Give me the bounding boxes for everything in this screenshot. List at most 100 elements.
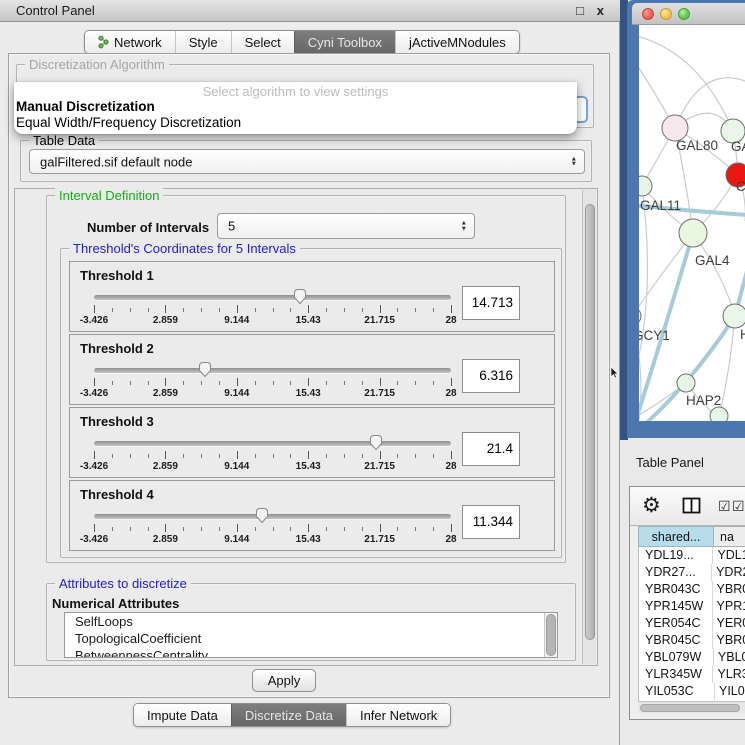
attribute-item[interactable]: BetweennessCentrality bbox=[65, 647, 557, 658]
tick-mark bbox=[397, 308, 398, 312]
threshold-value-field[interactable]: 21.4 bbox=[462, 432, 520, 466]
close-icon[interactable]: x bbox=[597, 3, 604, 18]
tick-label: 2.859 bbox=[153, 534, 178, 545]
cell-shared-name: YBR043C bbox=[639, 581, 713, 598]
checkbox-icon[interactable]: ☑ bbox=[732, 499, 745, 513]
tab-infer-network[interactable]: Infer Network bbox=[346, 704, 450, 726]
tick-mark bbox=[415, 527, 416, 531]
combobox-value: galFiltered.sif default node bbox=[40, 154, 192, 169]
table-row[interactable]: YLR345WYLR3 bbox=[639, 666, 745, 683]
attributes-to-discretize-group: Attributes to discretize Numerical Attri… bbox=[46, 583, 576, 661]
network-window-titlebar bbox=[632, 3, 745, 25]
table-row[interactable]: YBR043CYBR0 bbox=[639, 581, 745, 598]
tick-mark bbox=[308, 305, 309, 313]
tick-mark bbox=[326, 454, 327, 458]
threshold-value-field[interactable]: 6.316 bbox=[462, 359, 520, 393]
attribute-item[interactable]: TopologicalCoefficient bbox=[65, 630, 557, 647]
cell-name: YDR2 bbox=[712, 564, 745, 581]
interval-definition-group: Interval Definition Number of Intervals … bbox=[46, 195, 566, 563]
network-canvas[interactable]: GAL80GACGAL11GAL4GCY1HHAP2 bbox=[639, 25, 745, 421]
slider-thumb[interactable] bbox=[292, 288, 308, 305]
slider-track[interactable] bbox=[94, 441, 451, 446]
scrollbar-thumb[interactable] bbox=[546, 614, 556, 656]
numerical-attributes-list[interactable]: SelfLoopsTopologicalCoefficientBetweenne… bbox=[64, 612, 558, 658]
network-node[interactable] bbox=[639, 307, 641, 325]
thresholds-group: Threshold's Coordinates for 5 Intervals … bbox=[60, 248, 562, 558]
mac-minimize-button[interactable] bbox=[660, 8, 672, 20]
tab-jactivemnodules[interactable]: jActiveMNodules bbox=[395, 31, 519, 53]
table-row[interactable]: YER054CYER0 bbox=[639, 615, 745, 632]
table-row[interactable]: YDR27...YDR2 bbox=[639, 564, 745, 581]
tick-mark bbox=[308, 378, 309, 386]
tab-select[interactable]: Select bbox=[231, 31, 294, 53]
gear-icon[interactable]: ⚙ bbox=[642, 493, 661, 519]
slider-track[interactable] bbox=[94, 368, 451, 373]
scrollbar-thumb[interactable] bbox=[585, 204, 595, 640]
column-header-name[interactable]: na bbox=[714, 526, 745, 547]
tab-style[interactable]: Style bbox=[175, 31, 231, 53]
table-panel-toolbar: ⚙ ☑ ☑ bbox=[630, 487, 745, 526]
float-window-icon[interactable]: □ bbox=[576, 3, 584, 18]
tick-mark bbox=[165, 305, 166, 313]
tick-mark bbox=[380, 378, 381, 386]
tick-mark bbox=[255, 381, 256, 385]
table-row[interactable]: YBR045CYBR0 bbox=[639, 632, 745, 649]
top-tab-bar: Network StyleSelectCyni ToolboxjActiveMNo… bbox=[84, 30, 520, 54]
tick-label: 15.43 bbox=[296, 388, 321, 399]
mac-close-button[interactable] bbox=[642, 8, 654, 20]
cell-name: YBL0 bbox=[714, 649, 745, 666]
number-of-intervals-label: Number of Intervals bbox=[87, 220, 209, 235]
network-node[interactable] bbox=[639, 176, 652, 196]
threshold-value-field[interactable]: 11.344 bbox=[462, 505, 520, 539]
threshold-label: Threshold 2 bbox=[80, 341, 154, 356]
tab-label: Network bbox=[114, 35, 162, 50]
apply-button[interactable]: Apply bbox=[252, 669, 316, 692]
tick-mark bbox=[130, 454, 131, 458]
table-row[interactable]: YBL079WYBL0 bbox=[639, 649, 745, 666]
tick-label: -3.426 bbox=[80, 461, 108, 472]
number-of-intervals-combobox[interactable]: 5 ▲▼ bbox=[217, 213, 475, 239]
tick-mark bbox=[148, 527, 149, 531]
threshold-label: Threshold 3 bbox=[80, 414, 154, 429]
network-node[interactable] bbox=[679, 219, 707, 247]
tick-mark bbox=[273, 381, 274, 385]
threshold-value-field[interactable]: 14.713 bbox=[462, 286, 520, 320]
tab-network[interactable]: Network bbox=[85, 31, 175, 53]
slider-thumb[interactable] bbox=[368, 434, 384, 451]
tab-discretize-data[interactable]: Discretize Data bbox=[231, 704, 346, 726]
dropdown-option-manual-discretization[interactable]: Manual Discretization bbox=[14, 99, 577, 115]
list-scrollbar[interactable] bbox=[544, 613, 557, 657]
tick-mark bbox=[255, 527, 256, 531]
network-node[interactable] bbox=[677, 374, 695, 392]
slider-thumb[interactable] bbox=[254, 507, 270, 524]
column-view-icon[interactable] bbox=[682, 496, 702, 521]
tab-cyni-toolbox[interactable]: Cyni Toolbox bbox=[294, 31, 395, 53]
column-header-shared-name[interactable]: shared... bbox=[638, 526, 714, 547]
settings-scroll-area: Interval Definition Number of Intervals … bbox=[14, 188, 598, 666]
scrollbar-thumb[interactable] bbox=[640, 704, 740, 712]
table-data-combobox[interactable]: galFiltered.sif default node ▲▼ bbox=[29, 149, 585, 174]
slider-track[interactable] bbox=[94, 514, 451, 519]
dropdown-option-equal-width-frequency[interactable]: Equal Width/Frequency Discretization bbox=[14, 115, 577, 131]
table-row[interactable]: YDL19...YDL1 bbox=[639, 547, 745, 564]
slider-thumb[interactable] bbox=[197, 361, 213, 378]
table-horizontal-scrollbar[interactable] bbox=[638, 701, 745, 713]
tick-mark bbox=[326, 308, 327, 312]
table-row[interactable]: YPR145WYPR1 bbox=[639, 598, 745, 615]
slider-track[interactable] bbox=[94, 295, 451, 300]
mac-zoom-button[interactable] bbox=[678, 8, 690, 20]
mouse-cursor bbox=[610, 366, 619, 384]
settings-scrollbar[interactable] bbox=[582, 190, 596, 664]
numerical-attributes-label: Numerical Attributes bbox=[52, 596, 179, 611]
tick-mark bbox=[165, 524, 166, 532]
checkbox-icon[interactable]: ☑ bbox=[718, 499, 731, 513]
tick-mark bbox=[219, 381, 220, 385]
tick-label: 9.144 bbox=[224, 315, 249, 326]
tab-impute-data[interactable]: Impute Data bbox=[134, 704, 231, 726]
table-row[interactable]: YIL053CYIL0 bbox=[639, 683, 745, 700]
tick-mark bbox=[201, 454, 202, 458]
network-node[interactable] bbox=[723, 304, 745, 328]
attribute-item[interactable]: SelfLoops bbox=[65, 613, 557, 630]
tick-label: -3.426 bbox=[80, 315, 108, 326]
network-node[interactable] bbox=[710, 407, 728, 421]
